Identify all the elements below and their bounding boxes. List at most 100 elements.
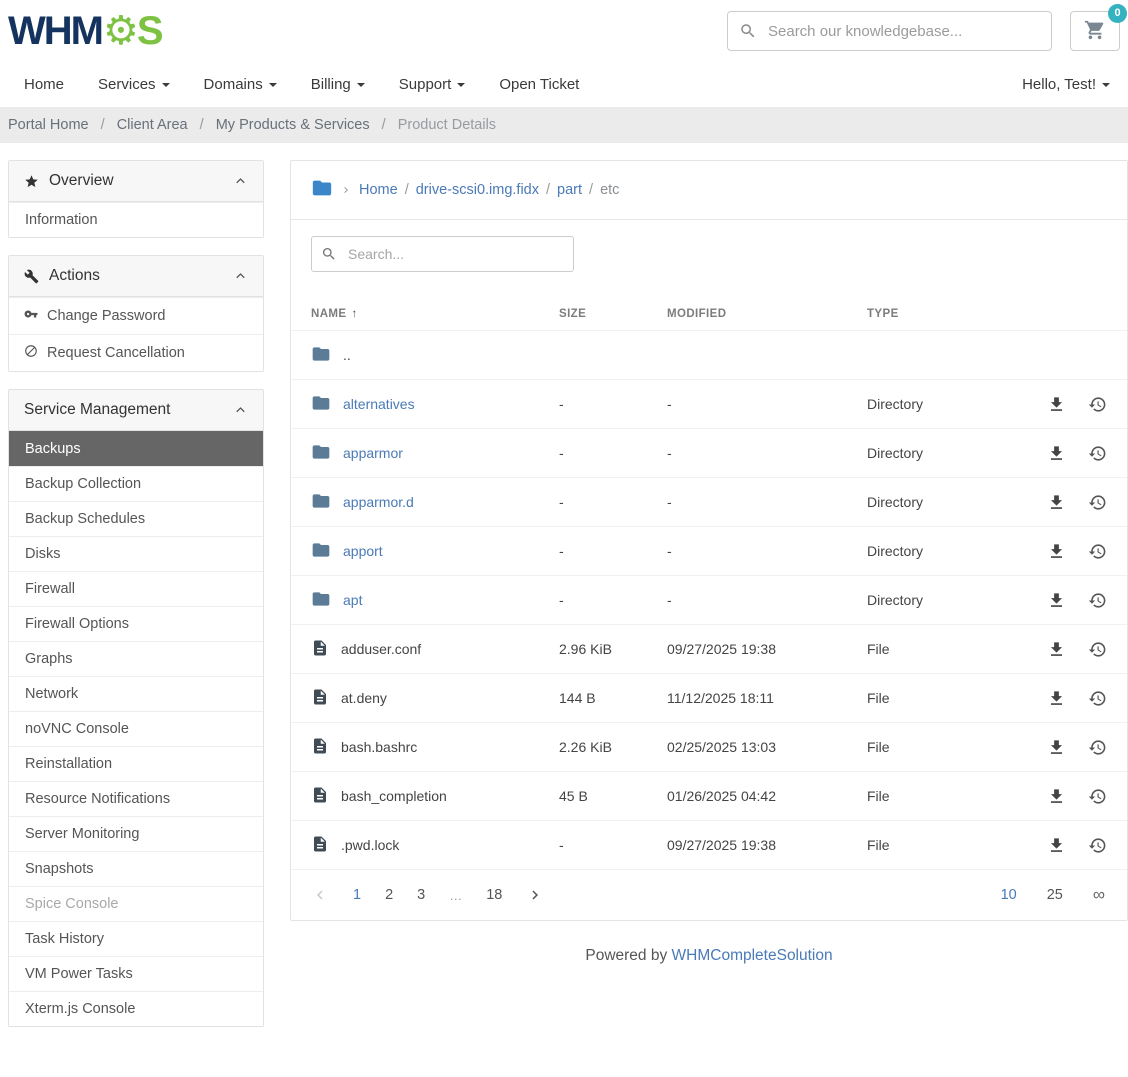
sidebar-item-change-password[interactable]: Change Password (9, 297, 263, 334)
restore-icon[interactable] (1088, 640, 1107, 659)
path-link-drive[interactable]: drive-scsi0.img.fidx (416, 182, 539, 198)
directory-link[interactable]: apparmor.d (343, 494, 414, 510)
sidebar-item-server-monitoring[interactable]: Server Monitoring (9, 816, 263, 851)
file-icon (311, 835, 329, 856)
sidebar-item-disks[interactable]: Disks (9, 536, 263, 571)
panel-title: Service Management (24, 401, 170, 419)
sidebar-item-snapshots[interactable]: Snapshots (9, 851, 263, 886)
knowledgebase-search-input[interactable] (727, 11, 1052, 51)
sidebar-item-resource-notifications[interactable]: Resource Notifications (9, 781, 263, 816)
path-link-part[interactable]: part (557, 182, 582, 198)
sidebar-item-spice-console[interactable]: Spice Console (9, 886, 263, 921)
table-row: bash.bashrc 2.26 KiB 02/25/2025 13:03 Fi… (291, 722, 1127, 771)
nav-open-ticket[interactable]: Open Ticket (499, 76, 579, 93)
download-icon[interactable] (1047, 787, 1066, 806)
file-name[interactable]: adduser.conf (341, 641, 421, 657)
panel-actions-header[interactable]: Actions (9, 256, 263, 297)
restore-icon[interactable] (1088, 395, 1107, 414)
main-nav: Home Services Domains Billing Support Op… (0, 62, 1128, 107)
whmcompletesolution-link[interactable]: WHMCompleteSolution (672, 947, 833, 964)
wrench-icon (24, 269, 39, 284)
restore-icon[interactable] (1088, 787, 1107, 806)
next-page-icon[interactable] (526, 886, 544, 904)
download-icon[interactable] (1047, 493, 1066, 512)
column-header-type[interactable]: Type (867, 308, 1031, 320)
directory-link[interactable]: apt (343, 592, 362, 608)
page-number[interactable]: 18 (486, 887, 502, 903)
sidebar: Overview Information Actions (8, 160, 264, 1044)
panel-overview-header[interactable]: Overview (9, 161, 263, 202)
sidebar-item-firewall[interactable]: Firewall (9, 571, 263, 606)
path-link-home[interactable]: Home (359, 182, 398, 198)
file-name[interactable]: bash.bashrc (341, 739, 417, 755)
sidebar-item-request-cancellation[interactable]: Request Cancellation (9, 334, 263, 371)
gear-logo-icon: ⚙ (103, 11, 139, 51)
restore-icon[interactable] (1088, 493, 1107, 512)
table-row: apparmor.d - - Directory (291, 477, 1127, 526)
breadcrumb-products-services[interactable]: My Products & Services (216, 117, 370, 133)
panel-service-management-header[interactable]: Service Management (9, 390, 263, 431)
sidebar-item-novnc-console[interactable]: noVNC Console (9, 711, 263, 746)
directory-link[interactable]: alternatives (343, 396, 415, 412)
download-icon[interactable] (1047, 640, 1066, 659)
sidebar-item-xterm-js-console[interactable]: Xterm.js Console (9, 991, 263, 1026)
directory-link[interactable]: apport (343, 543, 383, 559)
folder-icon (311, 393, 331, 416)
page-size-all[interactable]: ∞ (1093, 885, 1105, 905)
sidebar-item-firewall-options[interactable]: Firewall Options (9, 606, 263, 641)
download-icon[interactable] (1047, 836, 1066, 855)
column-header-name[interactable]: Name↑ (311, 308, 559, 320)
nav-billing[interactable]: Billing (311, 76, 365, 93)
sidebar-item-backups[interactable]: Backups (9, 431, 263, 466)
column-header-size[interactable]: Size (559, 308, 667, 320)
breadcrumb-client-area[interactable]: Client Area (117, 117, 188, 133)
sidebar-item-vm-power-tasks[interactable]: VM Power Tasks (9, 956, 263, 991)
sidebar-item-backup-collection[interactable]: Backup Collection (9, 466, 263, 501)
sidebar-item-reinstallation[interactable]: Reinstallation (9, 746, 263, 781)
top-header: WHM ⚙ S 0 (0, 0, 1128, 62)
parent-directory-link[interactable]: .. (343, 347, 351, 363)
download-icon[interactable] (1047, 738, 1066, 757)
cart-badge: 0 (1108, 4, 1127, 23)
sidebar-item-information[interactable]: Information (9, 202, 263, 237)
download-icon[interactable] (1047, 542, 1066, 561)
directory-link[interactable]: apparmor (343, 445, 403, 461)
download-icon[interactable] (1047, 444, 1066, 463)
file-name[interactable]: .pwd.lock (341, 837, 399, 853)
sidebar-item-backup-schedules[interactable]: Backup Schedules (9, 501, 263, 536)
sidebar-item-network[interactable]: Network (9, 676, 263, 711)
restore-icon[interactable] (1088, 738, 1107, 757)
restore-icon[interactable] (1088, 542, 1107, 561)
whmcs-logo[interactable]: WHM ⚙ S (8, 9, 163, 54)
account-menu[interactable]: Hello, Test! (1022, 76, 1110, 93)
file-table-header: Name↑ Size Modified Type (291, 290, 1127, 330)
page-number[interactable]: 1 (353, 887, 361, 903)
sidebar-item-graphs[interactable]: Graphs (9, 641, 263, 676)
previous-page-icon[interactable] (311, 886, 329, 904)
nav-home[interactable]: Home (24, 76, 64, 93)
restore-icon[interactable] (1088, 836, 1107, 855)
knowledgebase-search (727, 11, 1052, 51)
restore-icon[interactable] (1088, 444, 1107, 463)
panel-actions: Actions Change Password Request Cancella… (8, 255, 264, 372)
column-header-modified[interactable]: Modified (667, 308, 867, 320)
nav-domains[interactable]: Domains (204, 76, 277, 93)
page-size-25[interactable]: 25 (1047, 887, 1063, 903)
download-icon[interactable] (1047, 395, 1066, 414)
file-name[interactable]: at.deny (341, 690, 387, 706)
nav-support[interactable]: Support (399, 76, 466, 93)
cart-button[interactable]: 0 (1070, 11, 1120, 51)
search-icon (739, 22, 757, 45)
download-icon[interactable] (1047, 689, 1066, 708)
nav-services[interactable]: Services (98, 76, 170, 93)
breadcrumb-portal-home[interactable]: Portal Home (8, 117, 89, 133)
file-search-input[interactable] (311, 236, 574, 272)
file-name[interactable]: bash_completion (341, 788, 447, 804)
page-number[interactable]: 2 (385, 887, 393, 903)
download-icon[interactable] (1047, 591, 1066, 610)
page-size-10[interactable]: 10 (1001, 887, 1017, 903)
sidebar-item-task-history[interactable]: Task History (9, 921, 263, 956)
restore-icon[interactable] (1088, 689, 1107, 708)
page-number[interactable]: 3 (417, 887, 425, 903)
restore-icon[interactable] (1088, 591, 1107, 610)
